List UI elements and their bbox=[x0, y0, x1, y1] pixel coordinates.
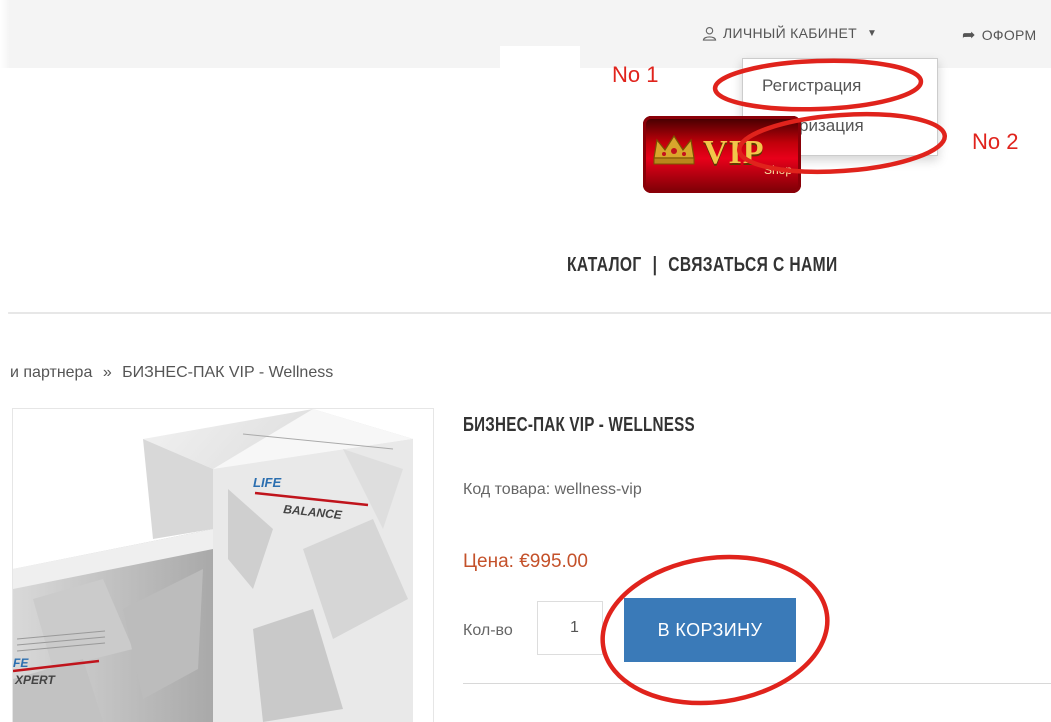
breadcrumb-separator: » bbox=[102, 364, 112, 381]
left-edge-fade bbox=[0, 0, 10, 721]
svg-text:FE: FE bbox=[13, 656, 29, 670]
account-menu-toggle[interactable]: ЛИЧНЫЙ КАБИНЕТ ▼ bbox=[702, 25, 877, 41]
product-title: БИЗНЕС-ПАК VIP - WELLNESS bbox=[463, 414, 695, 436]
breadcrumb: и партнера » БИЗНЕС-ПАК VIP - Wellness bbox=[10, 364, 333, 382]
annotation-label-2: No 2 bbox=[972, 129, 1019, 154]
breadcrumb-item-current: БИЗНЕС-ПАК VIP - Wellness bbox=[122, 364, 334, 381]
nav-catalog[interactable]: КАТАЛОГ bbox=[567, 254, 642, 277]
nav-separator: | bbox=[652, 254, 658, 276]
product-box-illustration: LIFE BALANCE FE XPERT bbox=[13, 409, 413, 722]
logo-subtext: Shop bbox=[764, 163, 793, 177]
menu-item-registration[interactable]: Регистрация bbox=[762, 76, 861, 96]
account-label: ЛИЧНЫЙ КАБИНЕТ bbox=[723, 25, 857, 41]
product-price: Цена: €995.00 bbox=[463, 551, 588, 572]
product-divider bbox=[463, 683, 1051, 684]
svg-text:XPERT: XPERT bbox=[14, 673, 56, 687]
product-sku: Код товара: wellness-vip bbox=[463, 481, 642, 498]
breadcrumb-item-partner[interactable]: и партнера bbox=[10, 364, 92, 381]
topbar-notch bbox=[500, 46, 580, 68]
annotation-label-1: No 1 bbox=[612, 62, 659, 87]
crown-icon bbox=[653, 134, 695, 165]
main-nav: КАТАЛОГ | СВЯЗАТЬСЯ С НАМИ bbox=[567, 254, 838, 277]
site-logo[interactable]: VIP Shop bbox=[643, 116, 801, 193]
logo-text: VIP bbox=[703, 134, 765, 171]
svg-text:LIFE: LIFE bbox=[253, 475, 281, 490]
checkout-label: ОФОРМ bbox=[981, 27, 1037, 43]
product-image[interactable]: LIFE BALANCE FE XPERT bbox=[12, 408, 434, 722]
quantity-input[interactable] bbox=[537, 601, 603, 655]
add-to-cart-button[interactable]: В КОРЗИНУ bbox=[624, 598, 796, 662]
quantity-label: Кол-во bbox=[463, 622, 513, 639]
header-divider bbox=[8, 312, 1051, 314]
checkout-link[interactable]: ➦ ОФОРМ bbox=[962, 25, 1036, 45]
caret-down-icon: ▼ bbox=[866, 27, 878, 39]
user-icon bbox=[702, 26, 717, 41]
nav-contact[interactable]: СВЯЗАТЬСЯ С НАМИ bbox=[668, 254, 837, 277]
share-icon: ➦ bbox=[962, 27, 976, 44]
